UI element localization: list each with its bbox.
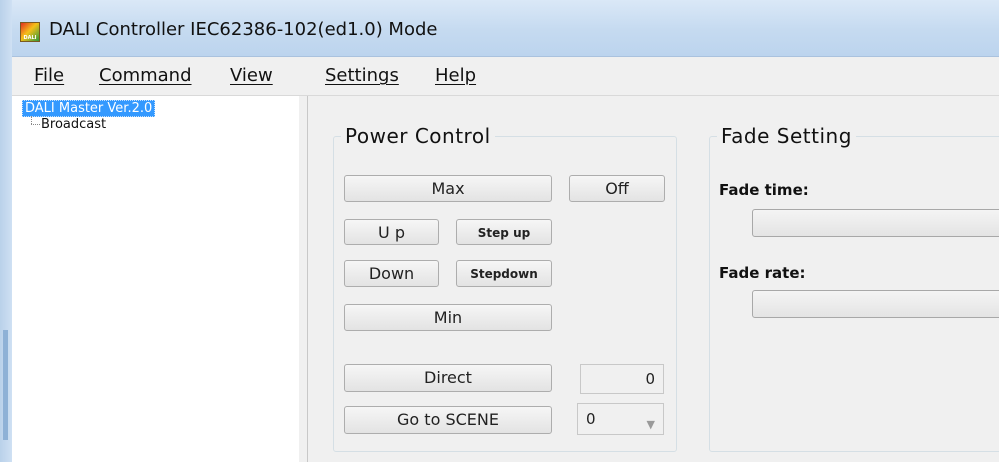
tree-node-dali-master[interactable]: DALI Master Ver.2.0 (22, 100, 156, 117)
fade-time-label: Fade time: (719, 181, 809, 199)
fade-rate-field[interactable] (752, 290, 999, 318)
app-window: DALI DALI Controller IEC62386-102(ed1.0)… (0, 0, 999, 462)
window-title: DALI Controller IEC62386-102(ed1.0) Mode (49, 19, 438, 40)
scene-select-value: 0 (586, 410, 596, 428)
fade-rate-label: Fade rate: (719, 264, 806, 282)
step-down-button[interactable]: Stepdown (456, 260, 552, 287)
window-left-border (0, 0, 12, 462)
direct-level-input[interactable]: 0 (580, 364, 664, 394)
step-up-button[interactable]: Step up (456, 219, 552, 245)
go-to-scene-button[interactable]: Go to SCENE (344, 406, 552, 434)
scene-select[interactable]: 0 ▼ (577, 403, 664, 435)
min-button[interactable]: Min (344, 304, 552, 331)
direct-button[interactable]: Direct (344, 364, 552, 392)
up-button[interactable]: U p (344, 219, 439, 245)
menu-bar: File Command View Settings Help (12, 57, 999, 96)
menu-view[interactable]: View (230, 65, 273, 86)
power-control-title: Power Control (341, 124, 495, 148)
menu-settings[interactable]: Settings (325, 65, 399, 86)
fade-time-field[interactable] (752, 209, 999, 237)
tree-node-broadcast[interactable]: Broadcast (41, 117, 106, 132)
menu-command[interactable]: Command (99, 65, 192, 86)
title-bar[interactable]: DALI DALI Controller IEC62386-102(ed1.0)… (0, 0, 999, 57)
tree-connector-vertical (31, 116, 32, 124)
fade-setting-title: Fade Setting (717, 124, 856, 148)
max-button[interactable]: Max (344, 175, 552, 202)
dali-app-icon: DALI (20, 22, 40, 42)
down-button[interactable]: Down (344, 260, 439, 287)
device-tree-pane (12, 96, 300, 462)
border-shade (3, 330, 8, 440)
menu-file[interactable]: File (34, 65, 64, 86)
menu-help[interactable]: Help (435, 65, 476, 86)
off-button[interactable]: Off (569, 175, 665, 202)
chevron-down-icon: ▼ (646, 418, 655, 431)
tree-connector-horizontal (31, 124, 40, 125)
pane-splitter[interactable] (299, 96, 308, 462)
